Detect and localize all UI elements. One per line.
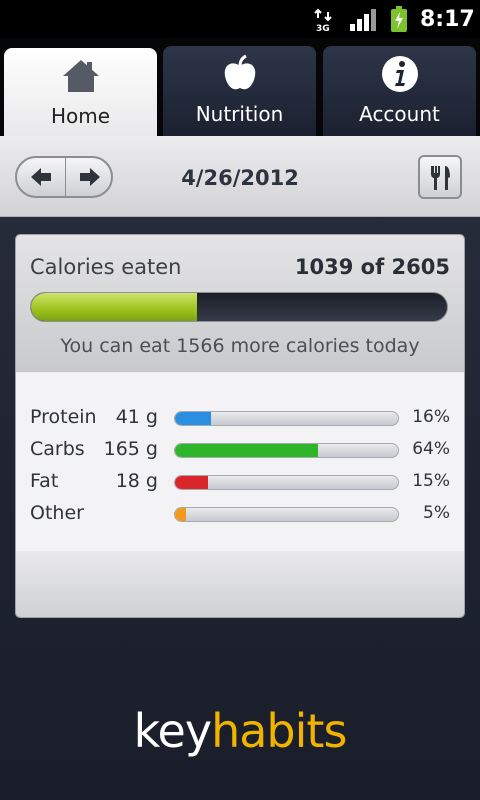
status-bar: 3G 8:17: [0, 0, 480, 38]
macro-bar-fill: [175, 508, 187, 521]
tab-home[interactable]: Home: [4, 48, 157, 138]
macro-bar-fill: [175, 476, 209, 489]
fork-knife-icon: [431, 166, 450, 190]
clock-time: 8:17: [420, 7, 475, 32]
macro-bar-fill: [175, 412, 211, 425]
macro-name: Other: [30, 502, 84, 524]
next-day-button[interactable]: [66, 158, 111, 196]
3g-icon: 3G: [314, 8, 332, 32]
tab-account-label: Account: [359, 102, 440, 126]
panel-footer: [16, 551, 464, 617]
macro-percent: 15%: [412, 471, 450, 491]
signal-icon: [350, 9, 376, 31]
calories-remaining-note: You can eat 1566 more calories today: [60, 335, 420, 357]
current-date: 4/26/2012: [181, 166, 299, 190]
macro-amount: 41 g: [115, 406, 158, 428]
macro-row-protein: Protein 41 g 16%: [16, 404, 464, 434]
macro-amount: 18 g: [115, 470, 158, 492]
date-toolbar: 4/26/2012: [0, 136, 480, 217]
arrow-left-icon: [31, 168, 51, 186]
macro-breakdown: Protein 41 g 16% Carbs 165 g 64% Fat 18 …: [16, 371, 464, 553]
calories-value: 1039 of 2605: [294, 255, 450, 279]
calorie-summary: Calories eaten 1039 of 2605 You can eat …: [16, 235, 464, 371]
summary-panel: Calories eaten 1039 of 2605 You can eat …: [15, 234, 465, 618]
macro-row-fat: Fat 18 g 15%: [16, 468, 464, 498]
macro-bar: [174, 411, 399, 426]
macro-name: Fat: [30, 470, 59, 492]
arrow-right-icon: [80, 168, 100, 186]
log-meal-button[interactable]: [418, 155, 462, 199]
battery-charging-icon: [391, 6, 407, 32]
tab-bar: Home Nutrition Account: [0, 38, 480, 138]
svg-text:3G: 3G: [316, 24, 330, 32]
macro-percent: 64%: [412, 439, 450, 459]
keyhabits-logo: keyhabits: [0, 704, 480, 758]
apple-icon: [224, 54, 255, 90]
tab-account[interactable]: Account: [323, 46, 476, 136]
app-screen: Home Nutrition Account 4/26/2012 Calorie…: [0, 38, 480, 800]
tab-nutrition-label: Nutrition: [195, 102, 284, 126]
logo-part-habits: habits: [211, 704, 347, 758]
macro-name: Protein: [30, 406, 97, 428]
calories-label: Calories eaten: [30, 255, 182, 279]
macro-bar: [174, 443, 399, 458]
tab-home-label: Home: [50, 104, 111, 128]
macro-bar: [174, 507, 399, 522]
calorie-progress-fill: [31, 293, 197, 321]
macro-percent: 5%: [423, 503, 450, 523]
macro-name: Carbs: [30, 438, 85, 460]
previous-day-button[interactable]: [17, 158, 66, 196]
macro-bar-fill: [175, 444, 318, 457]
date-nav: [15, 156, 113, 198]
macro-amount: 165 g: [103, 438, 158, 460]
home-icon: [62, 60, 99, 92]
logo-part-key: key: [133, 704, 213, 758]
macro-bar: [174, 475, 399, 490]
macro-row-other: Other 5%: [16, 500, 464, 530]
tab-nutrition[interactable]: Nutrition: [163, 46, 316, 136]
info-icon: [381, 56, 418, 92]
macro-row-carbs: Carbs 165 g 64%: [16, 436, 464, 466]
macro-percent: 16%: [412, 407, 450, 427]
calorie-progress-bar: [30, 292, 448, 322]
